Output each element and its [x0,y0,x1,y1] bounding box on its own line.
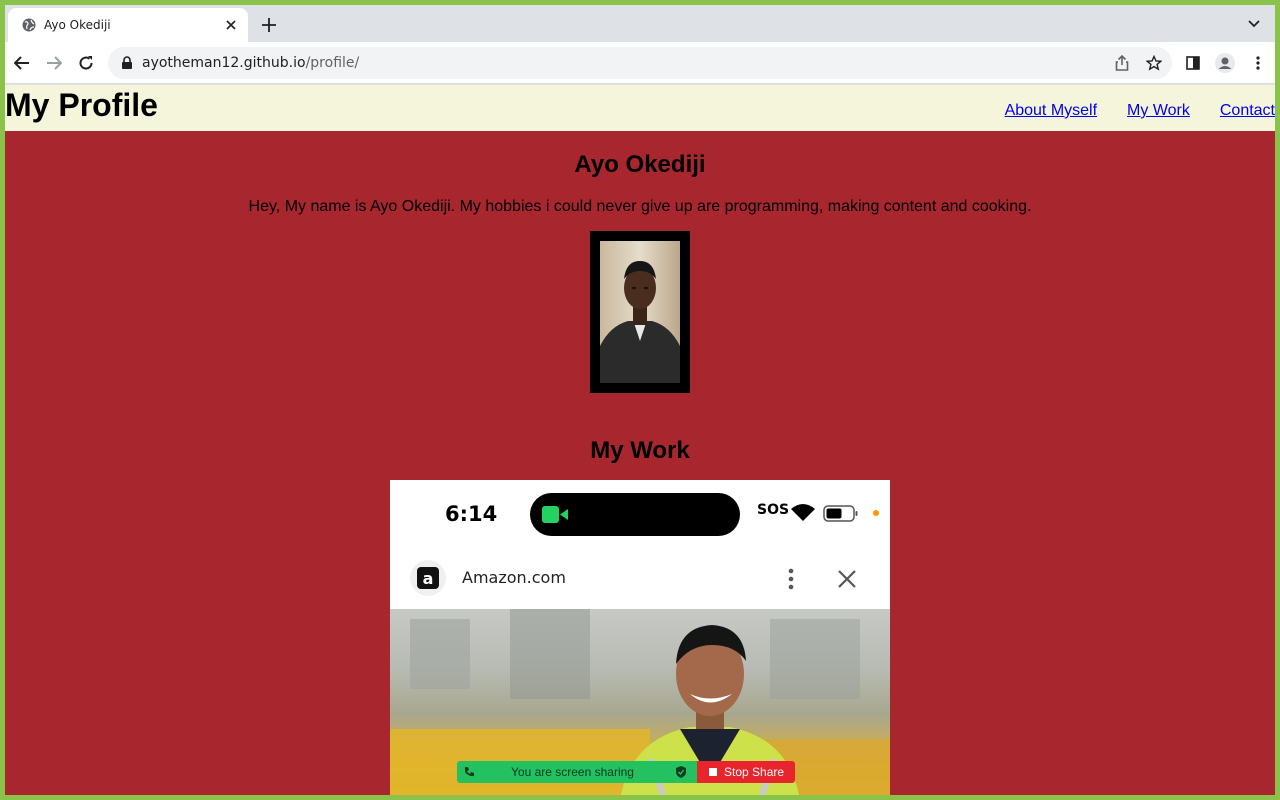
stop-share-button: Stop Share [697,761,795,783]
amazon-logo: a [410,560,446,596]
work-screenshot: 6:14 SOS a Amazon.com You are screen sha… [390,480,890,795]
reload-icon[interactable] [74,51,98,75]
stop-share-label: Stop Share [724,765,785,779]
url-text[interactable]: ayotheman12.github.io/profile/ [142,55,359,71]
kebab-menu-icon[interactable] [1248,53,1268,73]
screen-share-status: You are screen sharing [457,761,697,783]
new-tab-icon[interactable] [257,13,281,37]
phone-icon [465,767,474,777]
site-header: My Profile About Myself My Work Contact [5,85,1275,131]
amazon-logo-letter: a [417,567,439,589]
nav-link-work[interactable]: My Work [1127,102,1190,120]
browser-toolbar: ayotheman12.github.io/profile/ [5,42,1275,84]
video-camera-icon [542,506,568,523]
work-heading: My Work [590,437,690,464]
kebab-menu-icon [788,568,794,590]
profile-name: Ayo Okediji [574,151,706,178]
share-icon[interactable] [1113,54,1131,72]
close-tab-icon[interactable] [222,16,240,34]
chevron-down-icon[interactable] [1245,15,1263,33]
site-nav: About Myself My Work Contact [1005,102,1275,120]
nav-link-contact[interactable]: Contact [1220,102,1275,120]
shield-check-icon [676,766,686,778]
site-title: My Profile [5,87,158,123]
nav-link-about[interactable]: About Myself [1005,102,1097,120]
privacy-dot [873,510,879,516]
profile-photo [600,241,680,383]
stop-icon [709,768,717,776]
side-panel-icon[interactable] [1183,53,1203,73]
url-host: ayotheman12.github.io [142,55,306,71]
profile-bio: Hey, My name is Ayo Okediji. My hobbies … [248,198,1032,215]
close-icon [838,570,856,588]
profile-avatar-icon[interactable] [1215,53,1235,73]
address-bar[interactable]: ayotheman12.github.io/profile/ [108,47,1172,79]
profile-photo-frame [590,231,690,393]
battery-icon [823,505,858,522]
screen-share-text: You are screen sharing [511,765,634,779]
lock-icon[interactable] [120,56,134,70]
web-page: My Profile About Myself My Work Contact … [5,85,1275,795]
back-arrow-icon[interactable] [10,51,34,75]
bookmark-star-icon[interactable] [1145,54,1163,72]
app-header: a Amazon.com [390,550,890,608]
wifi-icon [791,504,815,521]
browser-window: Ayo Okediji ayotheman12.github.io/profil… [5,5,1275,795]
url-path: /profile/ [305,55,360,71]
screen-share-bar: You are screen sharing Stop Share [457,761,795,783]
phone-time: 6:14 [445,502,498,526]
app-title: Amazon.com [462,568,566,587]
globe-icon [22,18,36,32]
sos-indicator: SOS [757,502,790,518]
dynamic-island [530,493,740,536]
forward-arrow-icon[interactable] [42,51,66,75]
tab-strip: Ayo Okediji [5,5,1275,42]
tab-title: Ayo Okediji [44,18,111,32]
browser-tab[interactable]: Ayo Okediji [8,8,248,42]
